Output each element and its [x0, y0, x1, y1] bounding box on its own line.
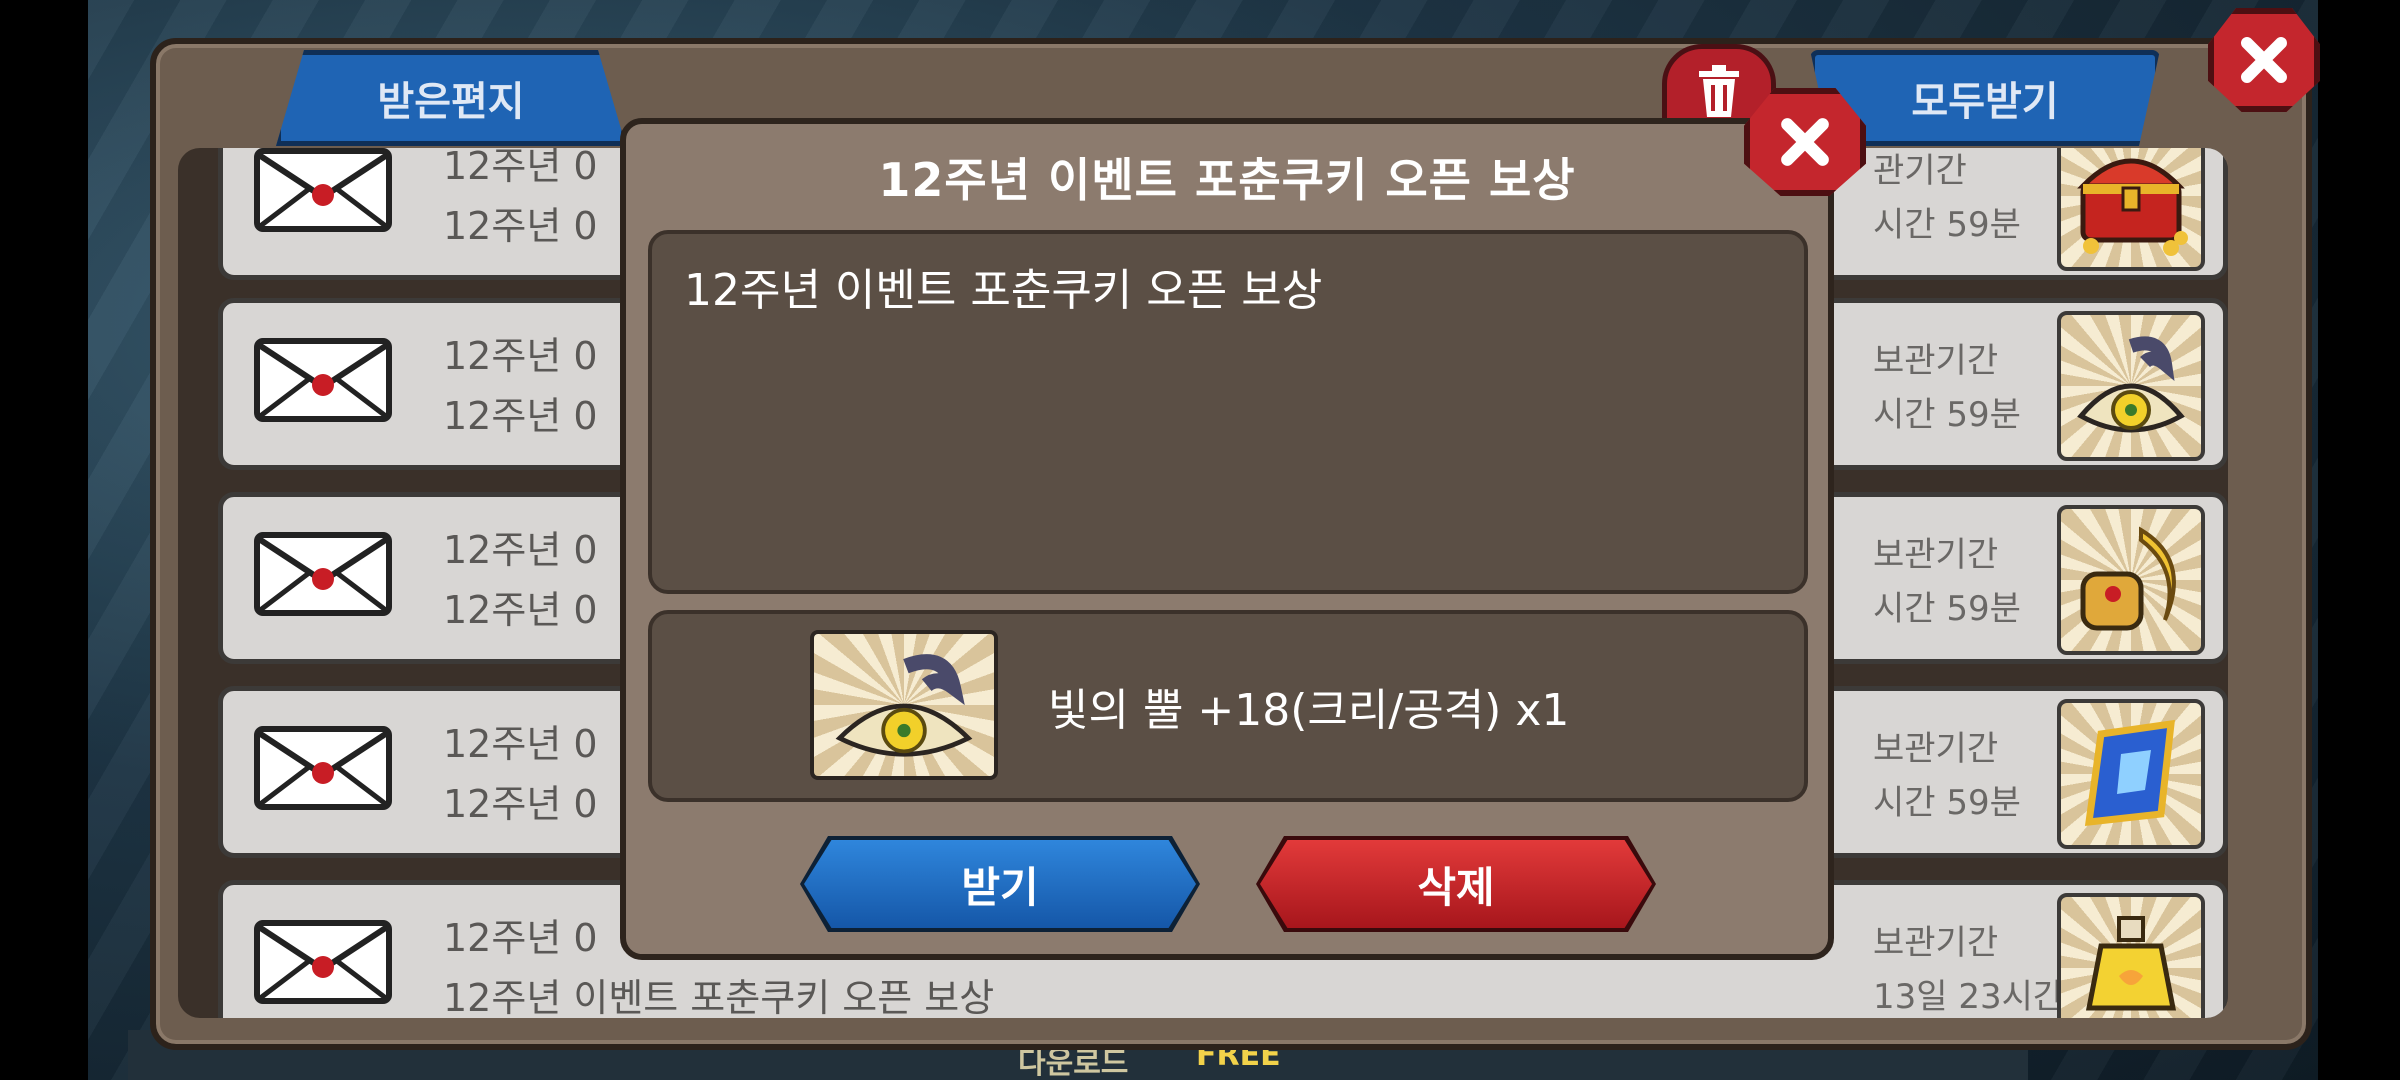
mail-item-slot	[2057, 505, 2205, 655]
reward-box: 빛의 뿔 +18(크리/공격) x1	[648, 610, 1808, 802]
mail-item-slot	[2057, 893, 2205, 1018]
mail-title: 12주년 0	[443, 334, 598, 378]
mail-keep-label: 보관기간	[1873, 729, 1999, 769]
mail-subtitle: 12주년 0	[443, 588, 598, 632]
mail-title: 12주년 0	[443, 528, 598, 572]
envelope-icon	[254, 726, 392, 810]
scorpion-emblem-icon	[835, 654, 973, 757]
delete-button[interactable]: 삭제	[1260, 840, 1652, 928]
mail-subtitle: 12주년 0	[443, 782, 598, 826]
trash-icon	[1699, 65, 1739, 117]
tab-received-mail[interactable]: 받은편지	[276, 50, 626, 146]
scorpion-emblem-icon	[2077, 336, 2185, 433]
mail-keep-label: 관기간	[1873, 151, 1967, 191]
mail-subtitle: 12주년 0	[443, 394, 598, 438]
mail-title: 12주년 0	[443, 722, 598, 766]
envelope-icon	[254, 148, 392, 232]
mail-keep-label: 보관기간	[1873, 535, 1999, 575]
mail-detail-dialog: 12주년 이벤트 포춘쿠키 오픈 보상 12주년 이벤트 포춘쿠키 오픈 보상 …	[620, 118, 1834, 960]
mail-remaining-time: 시간 59분	[1873, 589, 2021, 629]
moon-gauntlet-icon	[2080, 526, 2176, 631]
dialog-title: 12주년 이벤트 포춘쿠키 오픈 보상	[878, 153, 1576, 207]
dialog-message: 12주년 이벤트 포춘쿠키 오픈 보상	[684, 265, 1323, 316]
mail-remaining-time: 시간 59분	[1873, 205, 2021, 245]
close-icon	[1781, 118, 1829, 166]
mail-subtitle: 12주년 이벤트 포춘쿠키 오픈 보상	[443, 976, 995, 1018]
treasure-chest-icon	[2077, 158, 2188, 256]
mailbox-close-button[interactable]	[2208, 8, 2320, 112]
mail-item-slot	[2057, 699, 2205, 849]
mail-item-slot	[2057, 148, 2205, 271]
envelope-icon	[254, 920, 392, 1004]
mail-keep-label: 보관기간	[1873, 923, 1999, 963]
envelope-icon	[254, 338, 392, 422]
mail-subtitle: 12주년 0	[443, 204, 598, 248]
mail-remaining-time: 시간 59분	[1873, 395, 2021, 435]
envelope-icon	[254, 532, 392, 616]
mail-title: 12주년 0	[443, 916, 598, 960]
dialog-close-button[interactable]	[1744, 88, 1866, 196]
potion-icon	[2085, 916, 2177, 1011]
reward-item-slot	[810, 630, 998, 780]
reward-description: 빛의 뿔 +18(크리/공격) x1	[1048, 685, 1570, 736]
dialog-message-box: 12주년 이벤트 포춘쿠키 오픈 보상	[648, 230, 1808, 594]
close-icon	[2241, 37, 2287, 83]
blue-crystal-icon	[2084, 719, 2175, 826]
mail-item-slot	[2057, 311, 2205, 461]
mail-remaining-time: 시간 59분	[1873, 783, 2021, 823]
receive-button[interactable]: 받기	[804, 840, 1196, 928]
mail-keep-label: 보관기간	[1873, 341, 1999, 381]
mail-title: 12주년 0	[443, 148, 598, 188]
